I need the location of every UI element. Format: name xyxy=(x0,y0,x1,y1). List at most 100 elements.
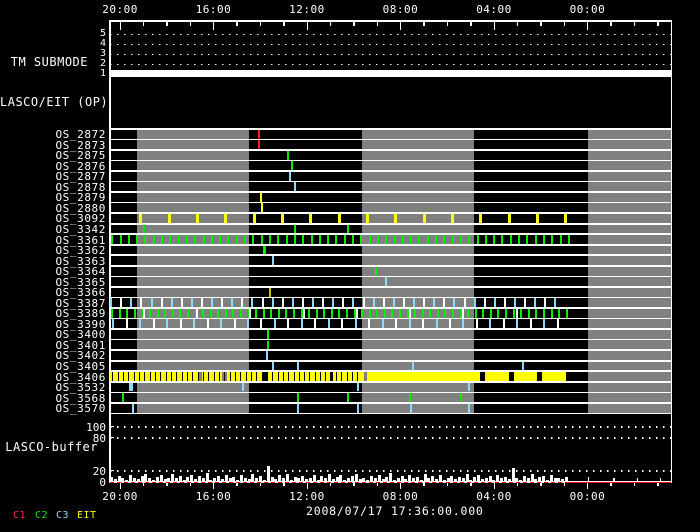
buffer-post-gap-tick xyxy=(637,478,639,481)
os-row-tick xyxy=(526,235,528,244)
legend-item-c2: C2 xyxy=(35,510,48,521)
os-row-tick xyxy=(331,372,332,381)
os-row-tick xyxy=(422,319,424,328)
os-row-tick xyxy=(168,214,171,223)
os-row-separator xyxy=(110,413,671,415)
bottom-axis-label: 00:00 xyxy=(557,490,617,503)
os-row-tick xyxy=(564,214,567,223)
os-row-tick xyxy=(278,372,279,381)
os-row-tick xyxy=(126,309,128,318)
buffer-signal-bar xyxy=(496,475,499,482)
buffer-signal-bar xyxy=(408,475,411,481)
os-row-tick xyxy=(468,404,470,413)
top-axis-tick xyxy=(517,20,518,26)
os-row-tick xyxy=(412,362,414,371)
tm-submode-label: TM SUBMODE xyxy=(0,55,88,69)
os-row-tick xyxy=(186,235,188,244)
os-row-tick xyxy=(435,235,437,244)
os-row-tick xyxy=(236,235,238,244)
os-row-tick xyxy=(366,214,369,223)
os-row-tick xyxy=(252,235,254,244)
os-row-tick xyxy=(111,309,113,318)
top-axis-tick xyxy=(540,20,541,26)
os-row-tick xyxy=(460,309,462,318)
os-row-tick xyxy=(266,351,268,360)
buffer-ytick-label: 100 xyxy=(0,421,106,434)
os-row-tick xyxy=(192,372,193,381)
buffer-signal-bar xyxy=(489,476,492,481)
os-row-tick xyxy=(143,309,145,318)
os-row-tick xyxy=(323,309,325,318)
os-row-tick xyxy=(314,319,316,328)
os-row-tick xyxy=(253,214,256,223)
os-row-label: OS_2878 xyxy=(0,181,106,194)
os-row-tick xyxy=(269,235,271,244)
os-row-tick xyxy=(316,309,318,318)
os-row-label: OS_3570 xyxy=(0,402,106,415)
os-row-tick xyxy=(181,298,183,307)
os-row-tick xyxy=(151,298,153,307)
os-row-tick xyxy=(281,214,284,223)
os-row-label: OS_3092 xyxy=(0,212,106,225)
os-row-tick xyxy=(157,309,159,318)
os-row-tick xyxy=(394,214,397,223)
os-row-tick xyxy=(171,298,173,307)
top-axis-tick xyxy=(634,20,635,26)
legend-item-c1: C1 xyxy=(13,510,26,521)
os-row-tick xyxy=(409,309,411,318)
os-row-tick xyxy=(267,372,268,381)
os-row-tick xyxy=(302,235,304,244)
os-row-label: OS_3366 xyxy=(0,286,106,299)
os-row-tick xyxy=(196,309,198,318)
os-row-tick xyxy=(198,372,199,381)
os-row-tick xyxy=(402,235,404,244)
os-row-tick xyxy=(153,319,155,328)
os-row-tick xyxy=(261,203,263,212)
os-row-tick xyxy=(382,319,384,328)
os-row-tick xyxy=(453,298,455,307)
os-row-separator xyxy=(110,233,671,235)
os-row-tick xyxy=(352,372,353,381)
os-row-tick xyxy=(338,214,341,223)
os-row-tick xyxy=(286,235,288,244)
os-row-separator xyxy=(110,392,671,394)
os-row-tick xyxy=(191,298,193,307)
os-row-tick xyxy=(373,298,375,307)
os-row-tick xyxy=(375,267,377,276)
buffer-signal-bar xyxy=(278,475,281,481)
os-row-tick xyxy=(399,309,401,318)
os-row-tick xyxy=(385,235,387,244)
buffer-signal-bar xyxy=(232,477,235,481)
tm-submode-ytick-label: 4 xyxy=(0,38,106,49)
os-row-tick xyxy=(208,372,209,381)
buffer-signal-bar xyxy=(424,474,427,481)
os-row-tick xyxy=(230,372,231,381)
os-row-tick xyxy=(391,309,393,318)
os-row-tick xyxy=(132,404,134,413)
os-row-tick xyxy=(357,383,359,392)
buffer-zero-line-dashed xyxy=(110,482,569,484)
os-row-tick xyxy=(193,319,195,328)
buffer-signal-bar xyxy=(458,477,461,481)
os-row-tick xyxy=(262,372,263,381)
os-row-tick xyxy=(347,225,349,234)
buffer-signal-bar xyxy=(477,475,480,481)
os-row-tick xyxy=(338,309,340,318)
timeline-plot-area xyxy=(110,20,671,482)
os-row-tick xyxy=(187,372,188,381)
top-axis-label: 08:00 xyxy=(370,3,430,16)
os-row-tick xyxy=(139,372,140,381)
os-row-label: OS_3361 xyxy=(0,234,106,247)
buffer-ytick xyxy=(110,437,114,438)
os-row-label: OS_3405 xyxy=(0,360,106,373)
os-row-tick xyxy=(347,393,349,402)
os-row-tick xyxy=(120,298,122,307)
buffer-signal-bar xyxy=(542,476,545,481)
buffer-signal-bar xyxy=(439,475,442,482)
os-row-tick xyxy=(294,372,295,381)
os-row-tick xyxy=(516,309,518,318)
os-row-tick xyxy=(166,372,167,381)
os-row-tick xyxy=(285,309,287,318)
buffer-signal-bar xyxy=(351,476,354,481)
os-row-separator xyxy=(110,191,671,193)
